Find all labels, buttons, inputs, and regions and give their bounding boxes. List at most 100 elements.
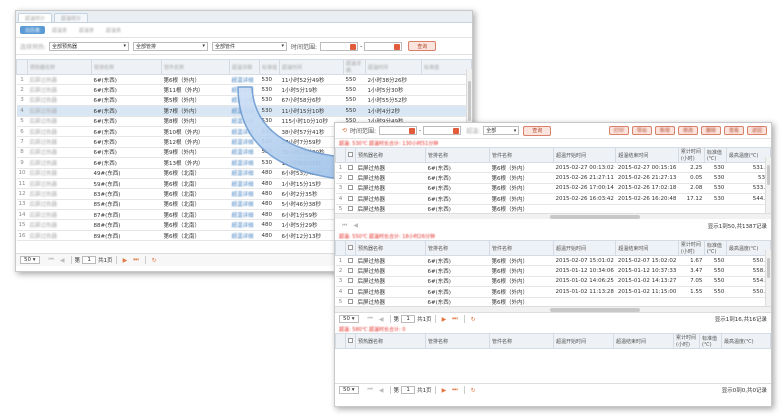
table-row[interactable]: 2 后屏过热器 6#(东西) 第6根（外内） 2015-02-26 21:27:11 20… (335, 172, 771, 184)
first-page-icon[interactable]: ⏮ (342, 222, 347, 230)
pipe-name: 6#(东西) (425, 276, 490, 288)
horizontal-scrollbar[interactable] (335, 306, 771, 312)
query-button[interactable]: 查询 (408, 41, 437, 51)
row-checkbox[interactable] (347, 164, 353, 170)
back-icon[interactable]: ⟲ (342, 127, 347, 134)
next-page-icon[interactable]: ▶ (442, 387, 447, 394)
prev-page-icon[interactable]: ◀ (379, 316, 384, 323)
part-name: 第10根（外内） (161, 126, 230, 138)
part-name: 第6根（外内） (489, 183, 554, 195)
page-size-select[interactable]: 50 ▾ (339, 315, 359, 323)
col-max: 最高温度(℃) (721, 333, 771, 349)
table-row[interactable]: 1 后屏过热器 6#(东西) 第6根（外内） 2015-02-07 15:01:02 20… (335, 255, 771, 267)
detail-link[interactable]: 超温详细 (229, 74, 260, 86)
next-page-icon[interactable]: ▶ (442, 316, 447, 323)
table-row[interactable]: 4 后屏过热器 6#(东西) 第6根（外内） 2015-01-02 11:13:28 20… (335, 286, 771, 298)
calendar-icon[interactable] (453, 128, 460, 134)
start-date-input[interactable] (320, 41, 359, 51)
table-row[interactable]: 4 后屏过热器 6#(东西) 第6根（外内） 2015-02-26 16:03:42 20… (335, 193, 771, 205)
detail-link[interactable]: 超温详细 (229, 199, 260, 211)
detail-link[interactable]: 超温详细 (229, 230, 260, 242)
toolbar-button-2[interactable]: 导出 (631, 126, 652, 135)
last-page-icon[interactable]: ⏭ (452, 315, 457, 323)
heater-name: 后屏过热器 (355, 297, 426, 306)
heater-name: 后屏过热器 (27, 147, 92, 159)
col-end: 超温结束时间 (613, 333, 674, 349)
row-checkbox[interactable] (347, 299, 353, 305)
detail-link[interactable]: 超温详细 (229, 219, 260, 231)
last-page-icon[interactable]: ⏭ (452, 386, 457, 394)
toolbar-button-5[interactable]: 删除 (700, 126, 721, 135)
vertical-scrollbar[interactable] (765, 157, 771, 213)
table-row[interactable]: 3 后屏过热器 6#(东西) 第6根（外内） 2015-02-26 17:00:14 20… (335, 183, 771, 195)
subtab-3[interactable]: 超温表 (74, 26, 99, 34)
tab-2[interactable]: 超温统计 (54, 13, 89, 22)
row-checkbox[interactable] (347, 257, 353, 263)
last-page-icon[interactable]: ⏭ (133, 256, 138, 264)
end-date-input[interactable] (364, 41, 403, 51)
table-row[interactable]: 1 后屏过热器 6#(东西) 第6根（外内） 2015-02-27 00:13:02 20… (335, 162, 771, 174)
start-time: 2015-02-26 21:27:11 (553, 172, 616, 184)
table-row[interactable]: 5 后屏过热器 6#(东西) 第6根（外内） (335, 204, 771, 213)
horizontal-scrollbar[interactable] (335, 213, 771, 219)
table-row[interactable]: 1 后屏过热器 6#(东西) 第6根（外内） 超温详细 530 11小时52分49秒 550 2… (16, 74, 472, 86)
toolbar-button-3[interactable]: 新增 (654, 126, 675, 135)
page-size-select[interactable]: 50 ▾ (20, 256, 40, 264)
toolbar-button-6[interactable]: 查看 (723, 126, 744, 135)
detail-table-1: 预热器名称 管排名称 管件名称 超温开始时间 超温结束时间 累计时间(小时) 标准值(℃) 最… (335, 147, 771, 213)
query-button[interactable]: 查询 (523, 125, 552, 136)
row-checkbox[interactable] (347, 175, 353, 181)
heater-select[interactable]: 全部预热器 ▾ (49, 41, 130, 51)
tab-1[interactable]: 超温统计 (18, 13, 53, 22)
subtab-4[interactable]: 超温表 (101, 26, 126, 34)
calendar-icon[interactable] (394, 43, 401, 50)
row-checkbox[interactable] (347, 278, 353, 284)
page-number-input[interactable]: 1 (401, 315, 416, 323)
standard-value: 480 (259, 199, 280, 211)
next-page-icon[interactable]: ▶ (123, 257, 128, 264)
pipe-part-select[interactable]: 全部管件 ▾ (212, 41, 288, 51)
table-row[interactable]: 5 后屏过热器 6#(东西) 第6根（外内） (335, 297, 771, 306)
page-size-select[interactable]: 50 ▾ (339, 386, 359, 394)
select-all-checkbox[interactable] (348, 338, 353, 343)
row-checkbox[interactable] (347, 195, 353, 201)
start-date-input[interactable] (379, 126, 418, 135)
standard-value: 530 (704, 162, 727, 174)
row-number: 5 (335, 297, 346, 306)
calendar-icon[interactable] (409, 128, 416, 134)
subtab-2[interactable]: 超温表 (47, 26, 72, 34)
toolbar-button-7[interactable]: 返回 (746, 126, 767, 135)
page-number-input[interactable]: 1 (401, 386, 416, 394)
part-name: 第6根（北南） (161, 199, 230, 211)
vertical-scrollbar[interactable] (765, 250, 771, 306)
row-checkbox[interactable] (347, 288, 353, 294)
refresh-icon[interactable]: ↻ (471, 316, 476, 323)
page-number-input[interactable]: 1 (82, 256, 97, 264)
prev-page-icon[interactable]: ◀ (60, 257, 65, 264)
refresh-icon[interactable]: ↻ (152, 257, 157, 264)
select-all-checkbox[interactable] (348, 152, 353, 157)
detail-grid-1: 预热器名称 管排名称 管件名称 超温开始时间 超温结束时间 累计时间(小时) 标准值(℃) 最… (335, 147, 771, 213)
table-row[interactable]: 2 后屏过热器 6#(东西) 第6根（外内） 2015-01-12 10:34:06 20… (335, 265, 771, 277)
detail-link[interactable]: 超温详细 (229, 209, 260, 221)
first-page-icon[interactable]: ⏮ (368, 386, 373, 394)
table-row[interactable]: 3 后屏过热器 6#(东西) 第6根（外内） 2015-01-02 14:06:25 20… (335, 276, 771, 288)
pipe-name: 6#(东西) (91, 84, 162, 96)
level-select[interactable]: 全部 ▾ (483, 126, 520, 135)
calendar-icon[interactable] (350, 43, 357, 50)
row-checkbox[interactable] (347, 206, 353, 212)
pipe-row-select[interactable]: 全部管排 ▾ (133, 41, 209, 51)
toolbar-button-4[interactable]: 修改 (677, 126, 698, 135)
first-page-icon[interactable]: ⏮ (368, 315, 373, 323)
prev-page-icon[interactable]: ◀ (353, 222, 358, 229)
first-page-icon[interactable]: ⏮ (49, 256, 54, 264)
col-standard: 标准值(℃) (703, 240, 727, 256)
row-checkbox[interactable] (347, 268, 353, 274)
refresh-icon[interactable]: ↻ (471, 387, 476, 394)
row-checkbox[interactable] (347, 185, 353, 191)
prev-page-icon[interactable]: ◀ (379, 387, 384, 394)
toolbar-button-1[interactable]: 打印 (608, 126, 629, 135)
select-all-checkbox[interactable] (348, 245, 353, 250)
subtab-1[interactable]: 日历表 (20, 26, 46, 34)
end-date-input[interactable] (423, 126, 462, 135)
